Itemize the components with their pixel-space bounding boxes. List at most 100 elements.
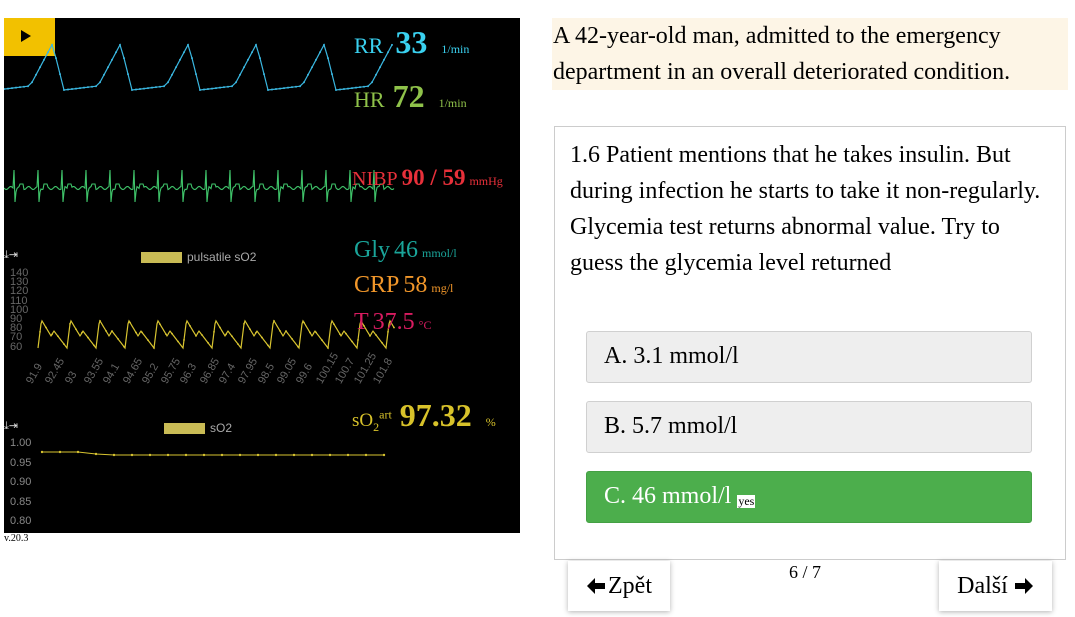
rr-value: 33 xyxy=(395,24,428,60)
wave-point xyxy=(177,340,179,343)
wave-point xyxy=(309,331,311,334)
wave-point xyxy=(147,87,149,90)
nibp-unit: mmHg xyxy=(469,174,503,188)
wave-point xyxy=(231,335,233,338)
wave-point xyxy=(57,335,59,338)
wave-point xyxy=(51,43,53,46)
question-panel: 1.6 Patient mentions that he takes insul… xyxy=(554,126,1066,560)
wave-point xyxy=(111,58,113,61)
answer-option-c-label: C. 46 mmol/l xyxy=(604,483,732,509)
page-indicator: 6 / 7 xyxy=(788,562,821,582)
wave-point xyxy=(291,337,293,340)
nibp-label: NIBP xyxy=(352,168,398,190)
wave-point xyxy=(55,57,57,60)
export-icon[interactable]: ⇥ xyxy=(9,419,18,432)
wave-point xyxy=(315,58,317,61)
wave-point xyxy=(333,323,335,326)
respiration-waveform xyxy=(4,43,393,91)
wave-point xyxy=(31,81,33,84)
wave-point xyxy=(343,88,345,91)
wave-point xyxy=(135,331,137,334)
pulsatile-legend-label: pulsatile sO2 xyxy=(187,250,257,264)
wave-point xyxy=(207,88,209,91)
hr-label: HR xyxy=(354,87,385,112)
back-button-label: Zpět xyxy=(608,572,652,599)
wave-point xyxy=(105,330,107,332)
wave-point xyxy=(75,87,77,90)
wave-point xyxy=(115,51,117,54)
wave-point xyxy=(303,81,305,84)
wave-point xyxy=(375,73,377,76)
wave-point xyxy=(35,73,37,76)
wave-point xyxy=(315,331,317,334)
wave-point xyxy=(199,89,201,91)
wave-point xyxy=(7,87,9,90)
wave-point xyxy=(94,452,98,456)
y-tick-label: 0.85 xyxy=(10,495,32,508)
wave-point xyxy=(345,332,347,335)
wave-point xyxy=(195,73,197,76)
answer-option-a[interactable]: A. 3.1 mmol/l xyxy=(586,331,1032,383)
wave-point xyxy=(307,73,309,76)
wave-point xyxy=(292,453,296,457)
hr-value: 72 xyxy=(392,78,425,114)
back-button[interactable]: Zpět xyxy=(568,561,670,611)
wave-point xyxy=(166,453,170,457)
wave-point xyxy=(379,66,381,69)
so2-trend-line xyxy=(42,451,384,456)
so2-label-main: sO xyxy=(352,410,374,431)
wave-point xyxy=(163,85,165,88)
wave-point xyxy=(275,88,277,91)
wave-point xyxy=(303,321,305,324)
case-intro: A 42-year-old man, admitted to the emerg… xyxy=(552,18,1068,90)
wave-point xyxy=(213,331,215,333)
temp-unit: °C xyxy=(418,318,432,332)
export-icon[interactable]: ⇥ xyxy=(9,248,18,261)
wave-point xyxy=(346,453,350,457)
wave-point xyxy=(159,323,161,326)
wave-point xyxy=(141,331,143,334)
wave-point xyxy=(130,453,134,457)
wave-point xyxy=(148,453,152,457)
answer-option-b[interactable]: B. 5.7 mmol/l xyxy=(586,401,1032,453)
wave-point xyxy=(335,89,337,91)
wave-point xyxy=(87,336,89,339)
wave-point xyxy=(267,344,269,347)
wave-point xyxy=(75,328,77,331)
answer-option-c[interactable]: C. 46 mmol/l yes xyxy=(586,471,1032,523)
wave-point xyxy=(167,81,169,84)
wave-point xyxy=(259,57,261,60)
next-button[interactable]: Další xyxy=(939,561,1052,611)
wave-point xyxy=(107,66,109,69)
wave-point xyxy=(381,341,383,344)
wave-point xyxy=(225,333,227,336)
wave-point xyxy=(187,43,189,46)
wave-point xyxy=(81,331,83,334)
wave-point xyxy=(123,57,125,60)
wave-point xyxy=(183,339,185,341)
nibp-value: 90 / 59 xyxy=(401,165,466,190)
temp-label: T xyxy=(354,309,369,335)
wave-point xyxy=(201,334,203,336)
answer-option-a-label: A. 3.1 mmol/l xyxy=(604,343,739,369)
wave-point xyxy=(79,87,81,90)
wave-point xyxy=(215,87,217,90)
wave-point xyxy=(4,88,5,91)
wave-point xyxy=(43,58,45,61)
y-tick-label: 1.00 xyxy=(10,437,32,449)
wave-point xyxy=(283,87,285,90)
wave-point xyxy=(239,73,241,76)
wave-point xyxy=(117,337,119,340)
wave-point xyxy=(285,330,287,332)
wave-point xyxy=(327,57,329,60)
so2-label-sup: art xyxy=(379,407,392,422)
wave-point xyxy=(247,58,249,61)
pulsatile-legend-swatch xyxy=(141,252,182,263)
wave-point xyxy=(364,453,368,457)
wave-point xyxy=(51,333,53,336)
wave-point xyxy=(231,85,233,88)
rr-unit: 1/min xyxy=(441,42,470,56)
wave-point xyxy=(175,66,177,69)
wave-point xyxy=(131,89,133,91)
wave-point xyxy=(153,347,155,349)
